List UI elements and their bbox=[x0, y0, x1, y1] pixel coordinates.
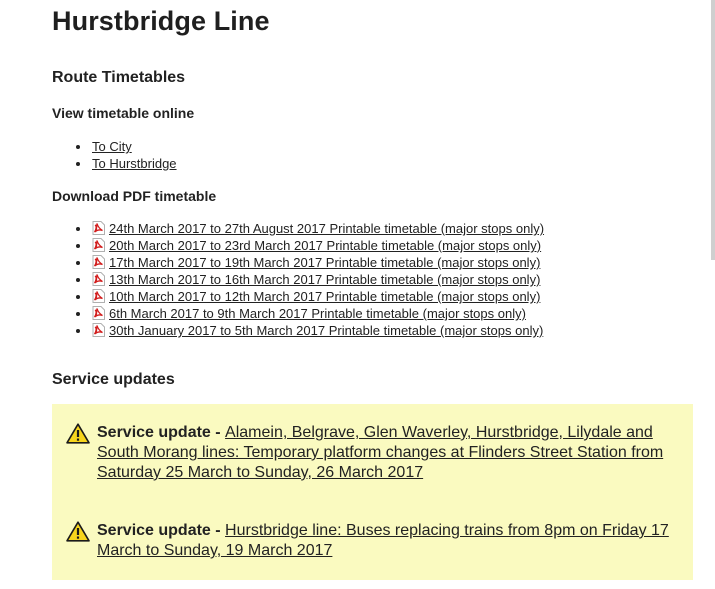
alert-text: Service update - Alamein, Belgrave, Glen… bbox=[97, 423, 678, 483]
pdf-file-icon bbox=[92, 306, 105, 320]
alert-text: Service update - Hurstbridge line: Buses… bbox=[97, 521, 678, 561]
list-item: 20th March 2017 to 23rd March 2017 Print… bbox=[74, 237, 544, 254]
pdf-timetable-link[interactable]: 6th March 2017 to 9th March 2017 Printab… bbox=[109, 306, 526, 321]
scrollbar[interactable] bbox=[711, 0, 715, 260]
service-alert: Service update - Alamein, Belgrave, Glen… bbox=[66, 423, 678, 483]
list-item: To Hurstbridge bbox=[74, 155, 177, 172]
online-timetable-list: To City To Hurstbridge bbox=[74, 138, 177, 172]
pdf-file-icon bbox=[92, 272, 105, 286]
page-title: Hurstbridge Line bbox=[52, 6, 270, 36]
view-online-heading: View timetable online bbox=[52, 105, 195, 121]
pdf-timetable-link[interactable]: 30th January 2017 to 5th March 2017 Prin… bbox=[109, 323, 543, 338]
pdf-timetable-link[interactable]: 17th March 2017 to 19th March 2017 Print… bbox=[109, 255, 540, 270]
route-timetables-heading: Route Timetables bbox=[52, 69, 186, 86]
pdf-file-icon bbox=[92, 323, 105, 337]
to-hurstbridge-link[interactable]: To Hurstbridge bbox=[92, 156, 177, 171]
warning-icon bbox=[66, 423, 90, 444]
alert-prefix: Service update - bbox=[97, 522, 226, 539]
service-updates-panel: Service update - Alamein, Belgrave, Glen… bbox=[52, 404, 693, 580]
pdf-file-icon bbox=[92, 255, 105, 269]
to-city-link[interactable]: To City bbox=[92, 139, 132, 154]
list-item: 30th January 2017 to 5th March 2017 Prin… bbox=[74, 322, 544, 339]
list-item: 17th March 2017 to 19th March 2017 Print… bbox=[74, 254, 544, 271]
pdf-file-icon bbox=[92, 238, 105, 252]
pdf-timetable-list: 24th March 2017 to 27th August 2017 Prin… bbox=[74, 220, 544, 339]
list-item: 6th March 2017 to 9th March 2017 Printab… bbox=[74, 305, 544, 322]
service-updates-heading: Service updates bbox=[52, 371, 175, 388]
pdf-timetable-link[interactable]: 13th March 2017 to 16th March 2017 Print… bbox=[109, 272, 540, 287]
list-item: 10th March 2017 to 12th March 2017 Print… bbox=[74, 288, 544, 305]
list-item: To City bbox=[74, 138, 177, 155]
list-item: 13th March 2017 to 16th March 2017 Print… bbox=[74, 271, 544, 288]
pdf-timetable-link[interactable]: 10th March 2017 to 12th March 2017 Print… bbox=[109, 289, 540, 304]
pdf-timetable-link[interactable]: 20th March 2017 to 23rd March 2017 Print… bbox=[109, 238, 541, 253]
warning-icon bbox=[66, 521, 90, 542]
alert-prefix: Service update - bbox=[97, 424, 226, 441]
pdf-file-icon bbox=[92, 289, 105, 303]
pdf-file-icon bbox=[92, 221, 105, 235]
service-alert: Service update - Hurstbridge line: Buses… bbox=[66, 521, 678, 561]
download-pdf-heading: Download PDF timetable bbox=[52, 188, 217, 204]
page: Hurstbridge Line Route Timetables View t… bbox=[0, 0, 715, 589]
pdf-timetable-link[interactable]: 24th March 2017 to 27th August 2017 Prin… bbox=[109, 221, 544, 236]
list-item: 24th March 2017 to 27th August 2017 Prin… bbox=[74, 220, 544, 237]
